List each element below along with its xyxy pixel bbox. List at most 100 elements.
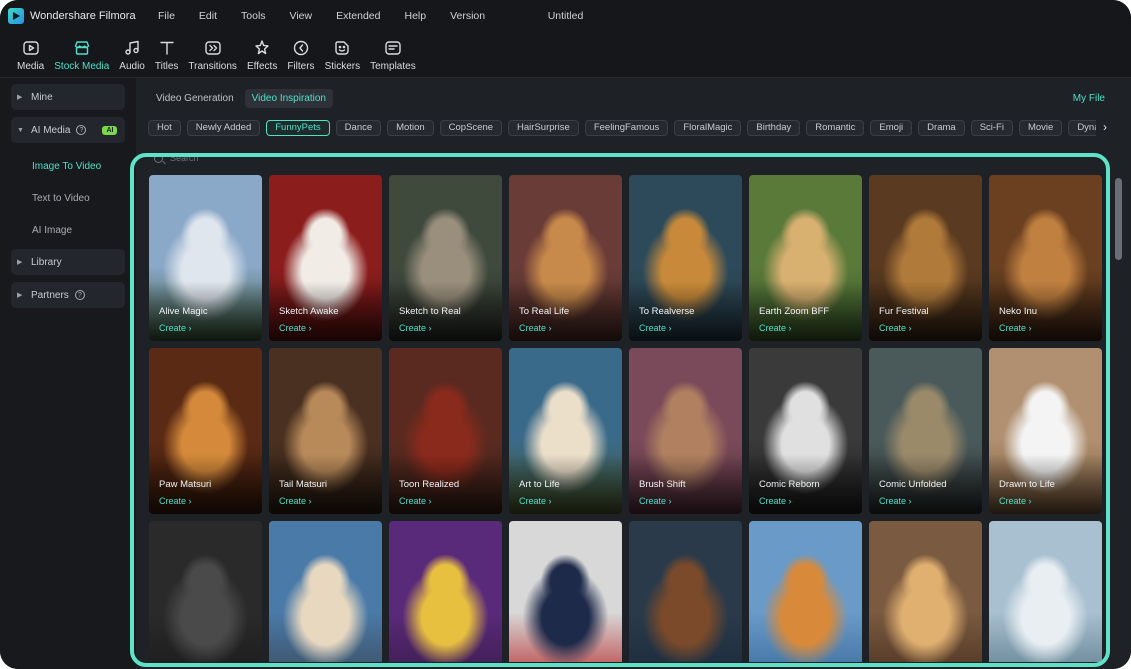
- vertical-scrollbar[interactable]: [1115, 178, 1122, 260]
- template-card[interactable]: [509, 521, 622, 662]
- effects-icon: [253, 39, 271, 57]
- chip-emoji[interactable]: Emoji: [870, 120, 913, 136]
- title-bar: Wondershare Filmora File Edit Tools View Ext…: [0, 0, 1131, 32]
- toolbar-stickers-button[interactable]: Stickers: [320, 32, 366, 78]
- toolbar-transitions-button[interactable]: Transitions: [183, 32, 242, 78]
- create-button[interactable]: Create: [999, 496, 1032, 506]
- template-grid-viewport: Alive MagicCreateSketch AwakeCreateSketc…: [149, 175, 1104, 662]
- chevron-right-icon[interactable]: ›: [1096, 119, 1114, 137]
- chip-hairsurprise[interactable]: HairSurprise: [508, 120, 579, 136]
- template-card[interactable]: [269, 521, 382, 662]
- template-card[interactable]: [869, 521, 982, 662]
- sidebar-item-mine[interactable]: ▶ Mine: [11, 84, 125, 110]
- create-button[interactable]: Create: [639, 323, 672, 333]
- create-button[interactable]: Create: [159, 496, 192, 506]
- menu-edit[interactable]: Edit: [187, 10, 229, 22]
- toolbar-effects-button[interactable]: Effects: [242, 32, 282, 78]
- chip-hot[interactable]: Hot: [148, 120, 181, 136]
- create-button[interactable]: Create: [639, 496, 672, 506]
- menu-help[interactable]: Help: [392, 10, 438, 22]
- sidebar-item-text-to-video[interactable]: Text to Video: [11, 182, 125, 214]
- toolbar-media-button[interactable]: Media: [12, 32, 49, 78]
- sidebar-item-library[interactable]: ▶ Library: [11, 249, 125, 275]
- create-button[interactable]: Create: [759, 496, 792, 506]
- template-card[interactable]: Comic Reborn Create: [749, 348, 862, 514]
- menu-view[interactable]: View: [278, 10, 325, 22]
- sidebar-item-ai-media[interactable]: ▼ AI Media ? AI: [11, 117, 125, 143]
- card-title: Tail Matsuri: [279, 479, 328, 490]
- toolbar-audio-button[interactable]: Audio: [114, 32, 150, 78]
- template-card[interactable]: Paw Matsuri Create: [149, 348, 262, 514]
- menu-extended[interactable]: Extended: [324, 10, 392, 22]
- create-button[interactable]: Create: [879, 323, 912, 333]
- template-card[interactable]: Toon Realized Create: [389, 348, 502, 514]
- search-box[interactable]: Search: [154, 153, 199, 163]
- create-button[interactable]: Create: [519, 496, 552, 506]
- create-button[interactable]: Create: [279, 323, 312, 333]
- chip-newly-added[interactable]: Newly Added: [186, 120, 261, 136]
- menu-tools[interactable]: Tools: [229, 10, 278, 22]
- template-card[interactable]: [149, 521, 262, 662]
- toolbar-stock-media-button[interactable]: Stock Media: [49, 32, 114, 78]
- ai-badge: AI: [102, 125, 118, 135]
- template-card[interactable]: To Realverse Create: [629, 175, 742, 341]
- template-card[interactable]: Alive Magic Create: [149, 175, 262, 341]
- create-button[interactable]: Create: [279, 496, 312, 506]
- create-button[interactable]: Create: [159, 323, 192, 333]
- create-button[interactable]: Create: [399, 496, 432, 506]
- sub-tabs: Video Generation Video Inspiration: [149, 89, 333, 108]
- chip-funnypets[interactable]: FunnyPets: [266, 120, 330, 136]
- create-button[interactable]: Create: [879, 496, 912, 506]
- sidebar-item-label: Partners: [31, 289, 69, 301]
- toolbar-titles-button[interactable]: Titles: [150, 32, 184, 78]
- help-icon[interactable]: ?: [76, 125, 87, 135]
- create-button[interactable]: Create: [999, 323, 1032, 333]
- toolbar-templates-button[interactable]: Templates: [365, 32, 421, 78]
- help-icon[interactable]: ?: [74, 290, 85, 300]
- audio-icon: [123, 39, 141, 57]
- template-card[interactable]: Brush Shift Create: [629, 348, 742, 514]
- template-card[interactable]: [989, 521, 1102, 662]
- template-card[interactable]: Sketch to Real Create: [389, 175, 502, 341]
- template-card[interactable]: Sketch Awake Create: [269, 175, 382, 341]
- menu-file[interactable]: File: [146, 10, 187, 22]
- chip-motion[interactable]: Motion: [387, 120, 434, 136]
- template-card[interactable]: [629, 521, 742, 662]
- template-thumbnail: [749, 521, 862, 662]
- template-card[interactable]: Earth Zoom BFF Create: [749, 175, 862, 341]
- template-thumbnail: [989, 521, 1102, 662]
- template-card[interactable]: Art to Life Create: [509, 348, 622, 514]
- chip-birthday[interactable]: Birthday: [747, 120, 801, 136]
- sidebar-item-ai-image[interactable]: AI Image: [11, 214, 125, 246]
- chip-feelingfamous[interactable]: FeelingFamous: [584, 120, 669, 136]
- create-button[interactable]: Create: [519, 323, 552, 333]
- template-card[interactable]: [389, 521, 502, 662]
- create-button[interactable]: Create: [399, 323, 432, 333]
- search-placeholder: Search: [170, 153, 199, 163]
- category-chips: Hot Newly Added FunnyPets Dance Motion CopSce…: [148, 120, 1108, 138]
- sidebar-item-partners[interactable]: ▶ Partners ?: [11, 282, 125, 308]
- card-title: Brush Shift: [639, 479, 686, 490]
- chip-copscene[interactable]: CopScene: [439, 120, 503, 136]
- chip-sci-fi[interactable]: Sci-Fi: [970, 120, 1013, 136]
- template-card[interactable]: Neko Inu Create: [989, 175, 1102, 341]
- menu-version[interactable]: Version: [438, 10, 497, 22]
- template-card[interactable]: [749, 521, 862, 662]
- sidebar-item-image-to-video[interactable]: Image To Video: [11, 150, 125, 182]
- chip-floralmagic[interactable]: FloralMagic: [674, 120, 742, 136]
- chip-romantic[interactable]: Romantic: [806, 120, 865, 136]
- card-title: Earth Zoom BFF: [759, 306, 830, 317]
- create-button[interactable]: Create: [759, 323, 792, 333]
- chip-drama[interactable]: Drama: [918, 120, 965, 136]
- template-card[interactable]: Comic Unfolded Create: [869, 348, 982, 514]
- tab-video-inspiration[interactable]: Video Inspiration: [244, 89, 333, 108]
- template-card[interactable]: To Real Life Create: [509, 175, 622, 341]
- chip-dance[interactable]: Dance: [335, 120, 382, 136]
- template-card[interactable]: Fur Festival Create: [869, 175, 982, 341]
- chip-movie[interactable]: Movie: [1018, 120, 1063, 136]
- toolbar-filters-button[interactable]: Filters: [282, 32, 319, 78]
- my-file-link[interactable]: My File: [1073, 93, 1105, 104]
- tab-video-generation[interactable]: Video Generation: [149, 89, 241, 108]
- template-card[interactable]: Drawn to Life Create: [989, 348, 1102, 514]
- template-card[interactable]: Tail Matsuri Create: [269, 348, 382, 514]
